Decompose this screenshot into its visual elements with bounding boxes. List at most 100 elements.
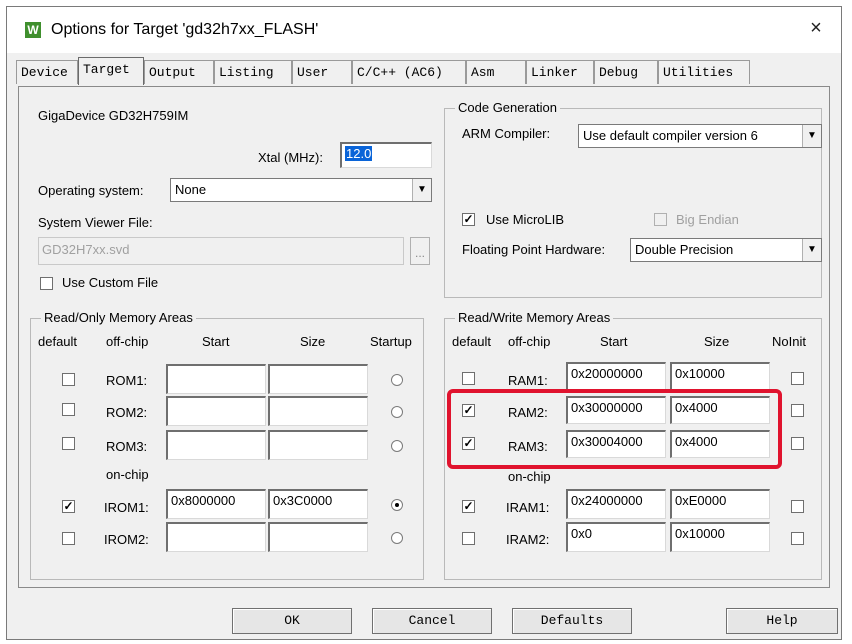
irom2-default-checkbox[interactable] (62, 532, 75, 545)
tab-output[interactable]: Output (144, 60, 214, 84)
ram2-label: RAM2: (508, 405, 548, 420)
chevron-down-icon[interactable]: ▼ (802, 125, 821, 147)
irom2-size-field[interactable] (268, 522, 368, 552)
chevron-down-icon[interactable]: ▼ (412, 179, 431, 201)
rom2-startup-radio[interactable] (391, 406, 403, 418)
ram1-label: RAM1: (508, 373, 548, 388)
svd-browse-button: ... (410, 237, 430, 265)
iram1-start-field[interactable]: 0x24000000 (566, 489, 666, 519)
iram1-label: IRAM1: (506, 500, 550, 515)
code-generation-title: Code Generation (455, 100, 561, 116)
rw-header-size: Size (704, 334, 730, 349)
ram3-size-field[interactable]: 0x4000 (670, 430, 770, 458)
readwrite-memory-title: Read/Write Memory Areas (455, 310, 614, 326)
rw-header-start: Start (600, 334, 628, 349)
ram2-noinit-checkbox[interactable] (791, 404, 804, 417)
compiler-select[interactable]: Use default compiler version 6 ▼ (578, 124, 822, 148)
iram2-default-checkbox[interactable] (462, 532, 475, 545)
rom1-default-checkbox[interactable] (62, 373, 75, 386)
ro-header-offchip: off-chip (106, 334, 149, 349)
tab-debug[interactable]: Debug (594, 60, 658, 84)
tab-user[interactable]: User (292, 60, 352, 84)
rw-onchip-label: on-chip (508, 469, 551, 484)
rw-header-noinit: NoInit (772, 334, 806, 349)
irom2-startup-radio[interactable] (391, 532, 403, 544)
chevron-down-icon[interactable]: ▼ (802, 239, 821, 261)
iram2-start-field[interactable]: 0x0 (566, 522, 666, 552)
irom1-size-field[interactable]: 0x3C0000 (268, 489, 368, 519)
rom3-size-field[interactable] (268, 430, 368, 460)
defaults-button[interactable]: Defaults (512, 608, 632, 634)
iram1-default-checkbox[interactable]: ✓ (462, 500, 475, 513)
rom1-start-field[interactable] (166, 364, 266, 394)
iram1-size-field[interactable]: 0xE0000 (670, 489, 770, 519)
use-custom-file-label: Use Custom File (62, 275, 159, 290)
close-icon[interactable]: × (805, 17, 827, 39)
svd-label: System Viewer File: (38, 215, 153, 230)
irom1-label: IROM1: (104, 500, 149, 515)
keil-uvision-icon: W (25, 22, 41, 38)
use-microlib-label: Use MicroLIB (486, 212, 565, 227)
rom2-default-checkbox[interactable] (62, 403, 75, 416)
fpu-select[interactable]: Double Precision ▼ (630, 238, 822, 262)
compiler-value: Use default compiler version 6 (583, 128, 758, 143)
irom2-start-field[interactable] (166, 522, 266, 552)
irom1-default-checkbox[interactable]: ✓ (62, 500, 75, 513)
ram2-default-checkbox[interactable]: ✓ (462, 404, 475, 417)
ram3-noinit-checkbox[interactable] (791, 437, 804, 450)
use-custom-file-checkbox[interactable] (40, 277, 53, 290)
ro-header-startup: Startup (370, 334, 412, 349)
ram1-size-field[interactable]: 0x10000 (670, 362, 770, 390)
rom1-startup-radio[interactable] (391, 374, 403, 386)
cancel-button[interactable]: Cancel (372, 608, 492, 634)
irom1-startup-radio[interactable] (391, 499, 403, 511)
tab-target[interactable]: Target (78, 57, 144, 85)
ram3-label: RAM3: (508, 439, 548, 454)
ram1-noinit-checkbox[interactable] (791, 372, 804, 385)
svd-field: GD32H7xx.svd (38, 237, 404, 265)
ram1-start-field[interactable]: 0x20000000 (566, 362, 666, 390)
ram2-start-field[interactable]: 0x30000000 (566, 396, 666, 424)
irom1-start-field[interactable]: 0x8000000 (166, 489, 266, 519)
dialog-title: Options for Target 'gd32h7xx_FLASH' (51, 21, 319, 38)
help-button[interactable]: Help (726, 608, 838, 634)
rom2-label: ROM2: (106, 405, 148, 420)
irom2-label: IROM2: (104, 532, 149, 547)
rw-header-default: default (452, 334, 492, 349)
ram2-size-field[interactable]: 0x4000 (670, 396, 770, 424)
ram3-default-checkbox[interactable]: ✓ (462, 437, 475, 450)
readonly-memory-title: Read/Only Memory Areas (41, 310, 196, 326)
rom3-startup-radio[interactable] (391, 440, 403, 452)
rom3-default-checkbox[interactable] (62, 437, 75, 450)
use-microlib-checkbox[interactable]: ✓ (462, 213, 475, 226)
tab-device[interactable]: Device (16, 60, 78, 84)
ro-header-start: Start (202, 334, 230, 349)
tab-listing[interactable]: Listing (214, 60, 292, 84)
rom2-size-field[interactable] (268, 396, 368, 426)
rom3-start-field[interactable] (166, 430, 266, 460)
tab-utilities[interactable]: Utilities (658, 60, 750, 84)
ro-onchip-label: on-chip (106, 467, 149, 482)
rom3-label: ROM3: (106, 439, 148, 454)
big-endian-label: Big Endian (676, 212, 739, 227)
tab-cpp-ac6[interactable]: C/C++ (AC6) (352, 60, 466, 84)
iram2-size-field[interactable]: 0x10000 (670, 522, 770, 552)
iram1-noinit-checkbox[interactable] (791, 500, 804, 513)
tab-linker[interactable]: Linker (526, 60, 594, 84)
title-bar: W Options for Target 'gd32h7xx_FLASH' × (7, 7, 841, 53)
ok-button[interactable]: OK (232, 608, 352, 634)
ro-header-size: Size (300, 334, 326, 349)
os-select[interactable]: None ▼ (170, 178, 432, 202)
rom1-label: ROM1: (106, 373, 148, 388)
fpu-label: Floating Point Hardware: (462, 242, 606, 257)
tab-asm[interactable]: Asm (466, 60, 526, 84)
ram1-default-checkbox[interactable] (462, 372, 475, 385)
ram3-start-field[interactable]: 0x30004000 (566, 430, 666, 458)
rom1-size-field[interactable] (268, 364, 368, 394)
os-label: Operating system: (38, 183, 144, 198)
big-endian-checkbox (654, 213, 667, 226)
rom2-start-field[interactable] (166, 396, 266, 426)
iram2-noinit-checkbox[interactable] (791, 532, 804, 545)
xtal-field[interactable]: 12.0 (340, 142, 432, 168)
iram2-label: IRAM2: (506, 532, 550, 547)
